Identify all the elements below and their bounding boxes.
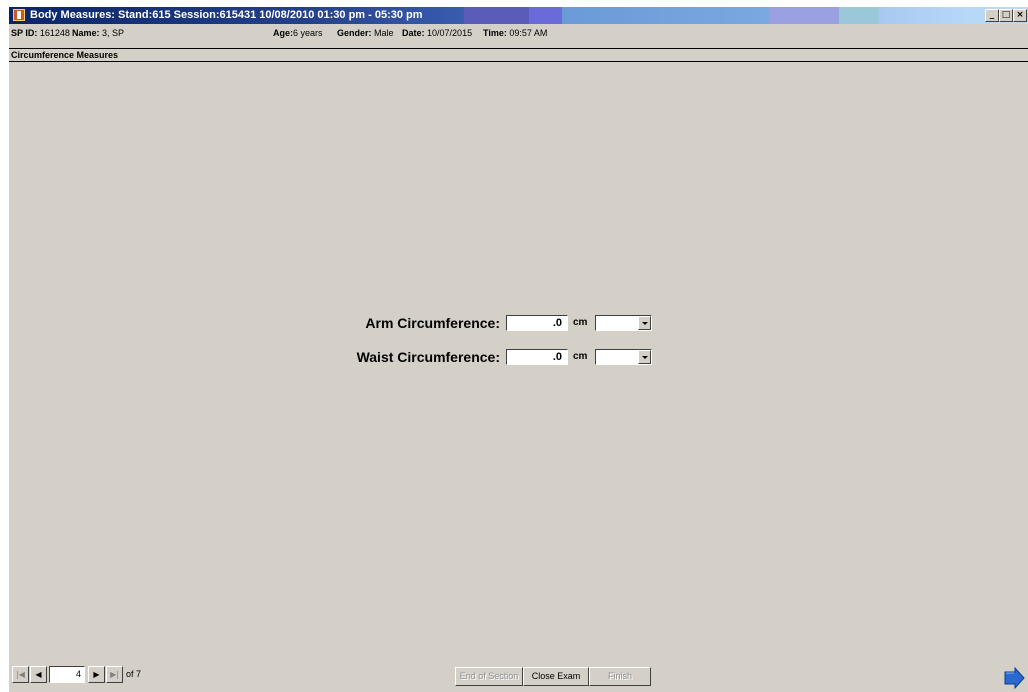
date-info: Date: 10/07/2015 (402, 28, 472, 38)
close-exam-button[interactable]: Close Exam (523, 667, 589, 686)
waist-circumference-label: Waist Circumference: (356, 349, 500, 365)
waist-circumference-row: Waist Circumference: .0 cm (9, 348, 1028, 368)
bottom-toolbar: |◀ ◀ 4 ▶ ▶| of 7 End of Section Close Ex… (9, 666, 1028, 692)
section-header: Circumference Measures (9, 48, 1028, 62)
next-arrow-svg (1001, 666, 1027, 692)
finish-button[interactable]: Finish (589, 667, 651, 686)
close-button[interactable]: × (1013, 9, 1027, 22)
gender-value: Male (374, 28, 394, 38)
gender-label: Gender: (337, 28, 372, 38)
previous-page-button[interactable]: ◀ (30, 666, 47, 683)
age-label: Age: (273, 28, 293, 38)
arm-unit-label: cm (573, 317, 588, 328)
date-label: Date: (402, 28, 425, 38)
waist-circumference-select[interactable] (595, 349, 652, 365)
sp-id-value: 161248 (39, 28, 70, 38)
title-bar[interactable]: Body Measures: Stand:615 Session:615431 … (9, 7, 1028, 24)
application-window: Body Measures: Stand:615 Session:615431 … (8, 7, 1028, 692)
chevron-down-icon[interactable] (638, 350, 651, 364)
minimize-button[interactable]: _ (985, 9, 999, 22)
maximize-button[interactable]: □ (999, 9, 1013, 22)
name-value: 3, SP (102, 28, 125, 38)
first-page-button[interactable]: |◀ (12, 666, 29, 683)
time-info: Time: 09:57 AM (483, 28, 547, 38)
page-total-label: of 7 (126, 669, 142, 679)
window-title: Body Measures: Stand:615 Session:615431 … (30, 9, 423, 21)
app-icon (13, 9, 25, 21)
sp-id-label: SP ID: (11, 28, 38, 38)
date-value: 10/07/2015 (427, 28, 473, 38)
time-value: 09:57 AM (509, 28, 548, 38)
next-arrow-icon[interactable] (1001, 666, 1027, 692)
end-of-section-button[interactable]: End of Section (455, 667, 523, 686)
last-page-button[interactable]: ▶| (106, 666, 123, 683)
arm-circumference-row: Arm Circumference: .0 cm (9, 314, 1028, 334)
arm-circumference-input[interactable]: .0 (506, 315, 568, 331)
name-label: Name: (72, 28, 100, 38)
age-value: 6 years (293, 28, 323, 38)
sp-id-info: SP ID: 161248 (11, 28, 70, 38)
gender-info: Gender: Male (337, 28, 394, 38)
name-info: Name: 3, SP (72, 28, 124, 38)
waist-circumference-input[interactable]: .0 (506, 349, 568, 365)
chevron-down-icon[interactable] (638, 316, 651, 330)
arm-circumference-label: Arm Circumference: (365, 315, 500, 331)
arm-circumference-select[interactable] (595, 315, 652, 331)
waist-unit-label: cm (573, 351, 588, 362)
age-info: Age:6 years (273, 28, 323, 38)
next-page-button[interactable]: ▶ (88, 666, 105, 683)
page-number-input[interactable]: 4 (49, 666, 85, 683)
window-controls: _ □ × (985, 9, 1027, 22)
time-label: Time: (483, 28, 507, 38)
section-title: Circumference Measures (11, 50, 119, 60)
participant-info-bar: SP ID: 161248 Name: 3, SP Age:6 years Ge… (9, 24, 1028, 41)
